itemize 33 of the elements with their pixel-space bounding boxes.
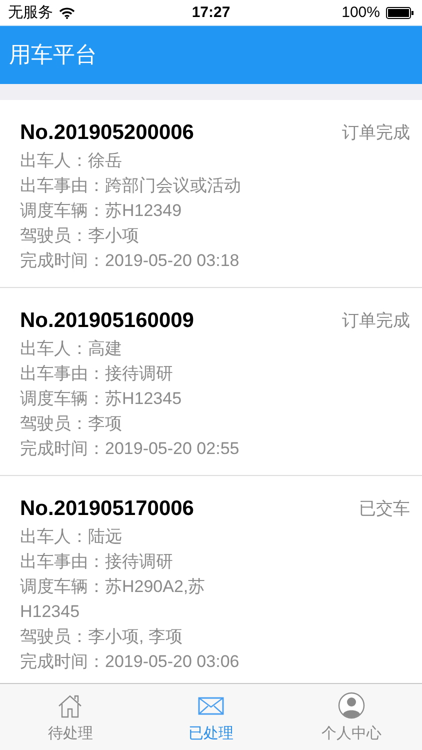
order-detail: 完成时间：2019-05-20 02:55 [20,438,240,460]
order-detail: 出车事由：跨部门会议或活动 [20,175,242,197]
order-detail: 完成时间：2019-05-20 03:06 [20,651,240,673]
order-detail: 完成时间：2019-05-20 03:18 [20,250,240,272]
envelope-icon [198,696,224,716]
tab-button[interactable]: 已处理 [140,684,282,750]
header-title: 用车平台 [9,41,97,69]
order-detail: 驾驶员：李小项 [20,225,140,247]
order-number: No.201905170006 [20,496,194,522]
order-status: 订单完成 [342,122,410,144]
order-status: 已交车 [359,498,410,520]
order-detail: 出车人：徐岳 [20,150,123,172]
order-detail: 调度车辆：苏H12345 [20,388,183,410]
order-detail: 调度车辆：苏H12349 [20,200,183,222]
battery-text: 100% [342,4,380,21]
tab-button[interactable]: 个人中心 [281,684,422,750]
order-status: 订单完成 [342,310,410,332]
order-detail: 驾驶员：李小项, 李项 [20,626,184,648]
order-number: No.201905200006 [20,120,194,146]
wifi-icon [59,6,75,18]
battery-icon [386,6,414,18]
order-detail: 出车事由：接待调研 [20,551,174,573]
carrier-text: 无服务 [8,3,53,22]
order-number: No.201905160009 [20,308,194,334]
order-detail: 出车人：陆远 [20,526,123,548]
order-detail: 驾驶员：李项 [20,413,123,435]
order-detail: 出车事由：接待调研 [20,363,174,385]
clock-text: 17:27 [192,4,230,21]
order-detail: 出车人：高建 [20,338,123,360]
tab-button[interactable]: 待处理 [0,684,141,750]
order-detail: 调度车辆：苏H290A2,苏H12345 [20,576,206,623]
avatar-icon [338,692,366,719]
house-icon [57,692,84,718]
